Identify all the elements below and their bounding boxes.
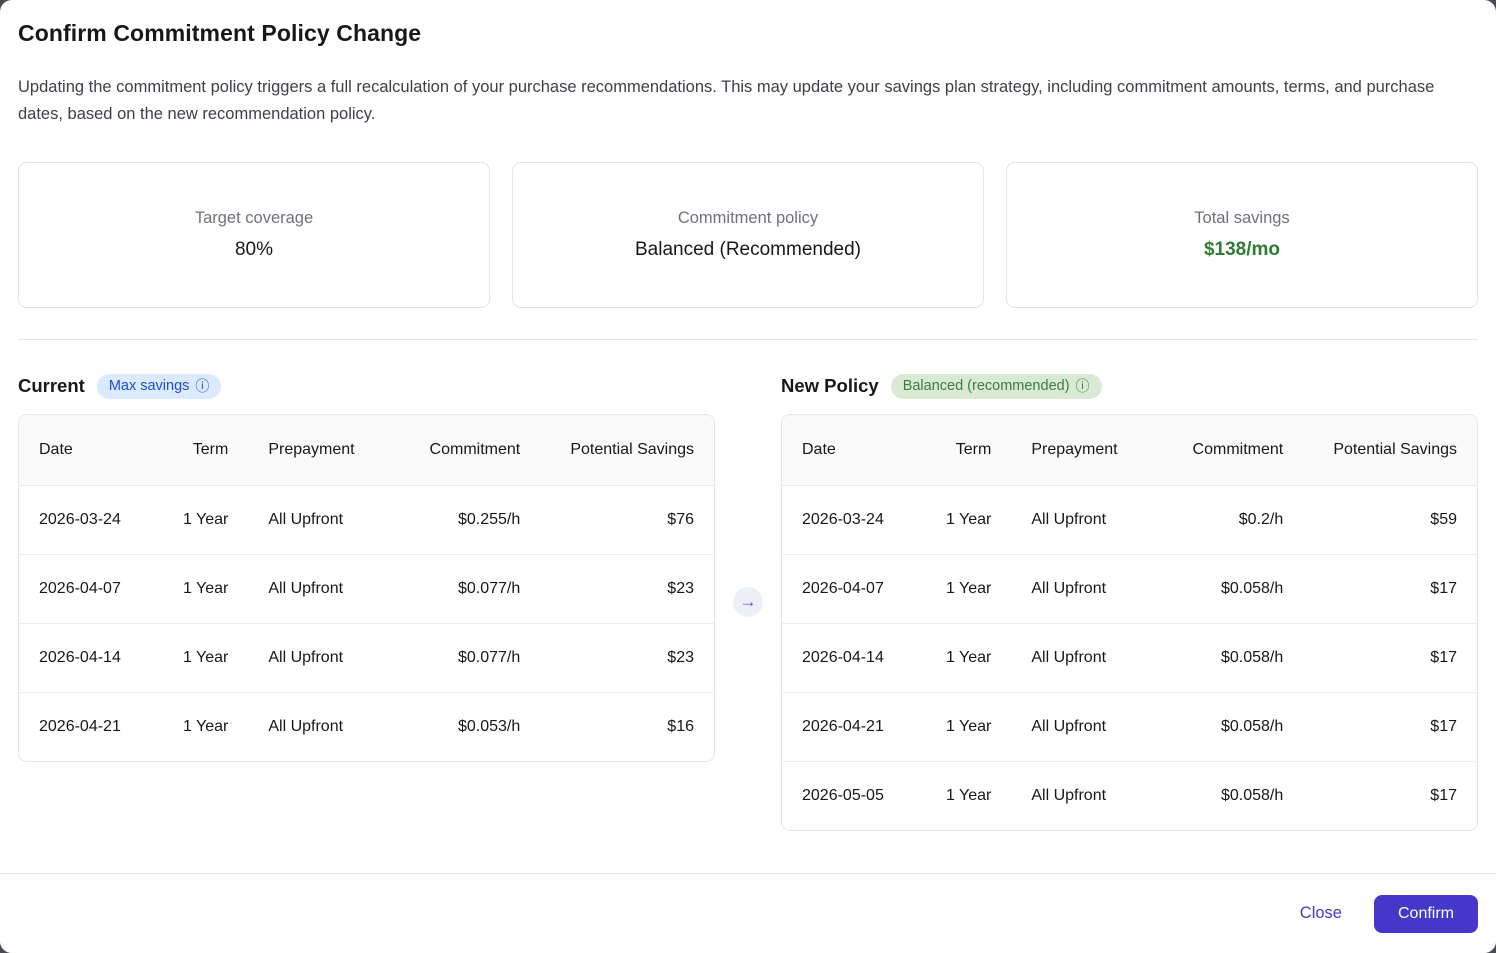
total-savings-card: Total savings $138/mo bbox=[1006, 162, 1478, 308]
table-cell: All Upfront bbox=[1011, 554, 1165, 623]
dialog-title: Confirm Commitment Policy Change bbox=[18, 20, 422, 46]
column-header-potential-savings: Potential Savings bbox=[540, 415, 714, 485]
column-header-commitment: Commitment bbox=[1164, 415, 1304, 485]
current-heading: Current bbox=[18, 375, 85, 396]
table-cell: $0.058/h bbox=[1164, 623, 1304, 692]
table-row: 2026-04-07 1 Year All Upfront $0.058/h $17 bbox=[782, 554, 1477, 623]
table-row: 2026-04-14 1 Year All Upfront $0.077/h $23 bbox=[19, 623, 714, 692]
table-cell: $0.053/h bbox=[401, 692, 541, 761]
column-header-date: Date bbox=[782, 415, 921, 485]
table-cell: All Upfront bbox=[1011, 485, 1165, 554]
table-cell: 1 Year bbox=[921, 761, 1012, 830]
arrow-glyph: → bbox=[739, 592, 757, 611]
table-cell: $17 bbox=[1303, 761, 1477, 830]
column-header-term: Term bbox=[158, 415, 249, 485]
summary-cards: Target coverage 80% Commitment policy Ba… bbox=[18, 162, 1478, 308]
table-header-row: Date Term Prepayment Commitment Potentia… bbox=[19, 415, 714, 485]
table-cell: $23 bbox=[540, 623, 714, 692]
table-row: 2026-05-05 1 Year All Upfront $0.058/h $17 bbox=[782, 761, 1477, 830]
column-header-date: Date bbox=[19, 415, 158, 485]
table-cell: $0.058/h bbox=[1164, 761, 1304, 830]
table-cell: All Upfront bbox=[1011, 623, 1165, 692]
column-header-term: Term bbox=[921, 415, 1012, 485]
table-cell: 1 Year bbox=[158, 623, 249, 692]
table-cell: $76 bbox=[540, 485, 714, 554]
table-row: 2026-03-24 1 Year All Upfront $0.2/h $59 bbox=[782, 485, 1477, 554]
table-cell: 2026-04-14 bbox=[782, 623, 921, 692]
table-cell: All Upfront bbox=[1011, 692, 1165, 761]
balanced-recommended-badge: Balanced (recommended) ⓘ bbox=[890, 373, 1102, 399]
dialog-footer: Close Confirm bbox=[0, 873, 1496, 953]
column-header-commitment: Commitment bbox=[401, 415, 541, 485]
confirm-policy-dialog: Confirm Commitment Policy Change Updatin… bbox=[0, 0, 1496, 953]
table-cell: $0.077/h bbox=[401, 623, 541, 692]
table-cell: $0.058/h bbox=[1164, 692, 1304, 761]
table-cell: All Upfront bbox=[248, 623, 402, 692]
table-cell: 1 Year bbox=[158, 692, 249, 761]
table-cell: All Upfront bbox=[248, 485, 402, 554]
table-cell: All Upfront bbox=[1011, 761, 1165, 830]
table-cell: 2026-05-05 bbox=[782, 761, 921, 830]
table-cell: $17 bbox=[1303, 554, 1477, 623]
table-cell: 1 Year bbox=[921, 692, 1012, 761]
card-label: Target coverage bbox=[194, 209, 314, 227]
table-cell: $0.077/h bbox=[401, 554, 541, 623]
table-cell: 2026-04-21 bbox=[782, 692, 921, 761]
target-coverage-card: Target coverage 80% bbox=[18, 162, 490, 308]
table-row: 2026-04-21 1 Year All Upfront $0.053/h $16 bbox=[19, 692, 714, 761]
dialog-description: Updating the commitment policy triggers … bbox=[18, 78, 1435, 123]
info-icon[interactable]: ⓘ bbox=[1076, 379, 1090, 393]
table-cell: 2026-04-07 bbox=[782, 554, 921, 623]
commitment-policy-value: Balanced (Recommended) bbox=[634, 239, 861, 260]
section-divider bbox=[18, 339, 1478, 340]
table-cell: $16 bbox=[540, 692, 714, 761]
table-cell: $17 bbox=[1303, 623, 1477, 692]
confirm-button[interactable]: Confirm bbox=[1373, 894, 1478, 933]
table-cell: 2026-04-07 bbox=[19, 554, 158, 623]
badge-label: Max savings bbox=[108, 377, 190, 394]
column-header-potential-savings: Potential Savings bbox=[1303, 415, 1477, 485]
table-cell: 2026-04-21 bbox=[19, 692, 158, 761]
badge-label: Balanced (recommended) bbox=[902, 377, 1070, 394]
table-cell: 1 Year bbox=[921, 623, 1012, 692]
table-cell: 1 Year bbox=[158, 485, 249, 554]
commitment-policy-card: Commitment policy Balanced (Recommended) bbox=[512, 162, 984, 308]
table-cell: 1 Year bbox=[921, 485, 1012, 554]
table-header-row: Date Term Prepayment Commitment Potentia… bbox=[782, 415, 1477, 485]
table-cell: $23 bbox=[540, 554, 714, 623]
table-cell: 2026-04-14 bbox=[19, 623, 158, 692]
arrow-column: → bbox=[715, 372, 781, 831]
new-policy-table: Date Term Prepayment Commitment Potentia… bbox=[781, 414, 1478, 831]
info-icon[interactable]: ⓘ bbox=[195, 379, 209, 393]
table-cell: $0.2/h bbox=[1164, 485, 1304, 554]
table-cell: $0.058/h bbox=[1164, 554, 1304, 623]
policy-comparison: Current Max savings ⓘ Date Term Prepayme… bbox=[18, 372, 1478, 831]
current-policy-table: Date Term Prepayment Commitment Potentia… bbox=[18, 414, 715, 762]
arrow-right-icon: → bbox=[733, 586, 763, 617]
column-header-prepayment: Prepayment bbox=[248, 415, 402, 485]
table-cell: $59 bbox=[1303, 485, 1477, 554]
table-cell: All Upfront bbox=[248, 692, 402, 761]
new-policy-heading: New Policy bbox=[781, 375, 879, 396]
column-header-prepayment: Prepayment bbox=[1011, 415, 1165, 485]
card-label: Total savings bbox=[1194, 209, 1290, 227]
table-row: 2026-04-14 1 Year All Upfront $0.058/h $17 bbox=[782, 623, 1477, 692]
close-button[interactable]: Close bbox=[1298, 898, 1344, 929]
card-label: Commitment policy bbox=[677, 209, 819, 227]
table-cell: All Upfront bbox=[248, 554, 402, 623]
target-coverage-value: 80% bbox=[234, 239, 274, 260]
total-savings-value: $138/mo bbox=[1203, 239, 1281, 260]
table-row: 2026-04-21 1 Year All Upfront $0.058/h $17 bbox=[782, 692, 1477, 761]
new-policy-column: New Policy Balanced (recommended) ⓘ Date… bbox=[781, 372, 1478, 831]
table-cell: $0.255/h bbox=[401, 485, 541, 554]
table-cell: 1 Year bbox=[921, 554, 1012, 623]
table-cell: 2026-03-24 bbox=[19, 485, 158, 554]
table-cell: $17 bbox=[1303, 692, 1477, 761]
max-savings-badge: Max savings ⓘ bbox=[96, 373, 222, 399]
table-row: 2026-04-07 1 Year All Upfront $0.077/h $23 bbox=[19, 554, 714, 623]
table-cell: 2026-03-24 bbox=[782, 485, 921, 554]
table-cell: 1 Year bbox=[158, 554, 249, 623]
table-row: 2026-03-24 1 Year All Upfront $0.255/h $76 bbox=[19, 485, 714, 554]
current-policy-column: Current Max savings ⓘ Date Term Prepayme… bbox=[18, 372, 715, 831]
